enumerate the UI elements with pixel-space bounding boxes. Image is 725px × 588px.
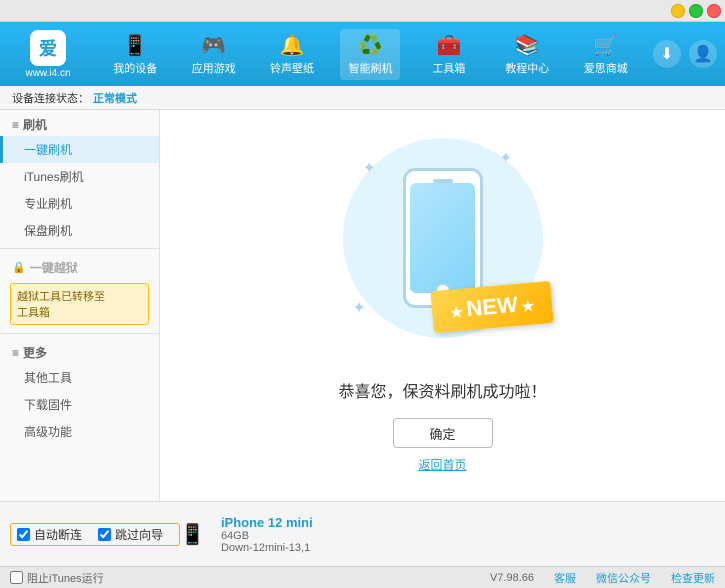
more-section-label: 更多: [23, 344, 47, 361]
sidebar-itunes-flash[interactable]: iTunes刷机: [0, 163, 159, 190]
tutorial-icon: 📚: [515, 33, 540, 58]
device-phone-icon: 📱: [180, 522, 205, 547]
sparkle-tr: ✦: [499, 148, 512, 168]
sparkle-tl: ✦: [363, 158, 376, 178]
nav-items: 📱 我的设备 🎮 应用游戏 🔔 铃声壁纸 ♻️ 智能刷机 🧰 工具箱 📚 教程中…: [96, 29, 645, 80]
close-button[interactable]: [707, 4, 721, 18]
nav-tutorial[interactable]: 📚 教程中心: [497, 29, 557, 80]
nav-store[interactable]: 🛒 爱思商城: [576, 29, 636, 80]
nav-ringtones[interactable]: 🔔 铃声壁纸: [262, 29, 322, 80]
block-itunes-checkbox[interactable]: [10, 571, 23, 584]
my-device-label: 我的设备: [113, 60, 157, 76]
title-bar: [0, 0, 725, 22]
skip-wizard-checkbox-item: 跳过向导: [98, 526, 163, 543]
status-bar: 设备连接状态： 正常模式: [0, 86, 725, 110]
success-message: 恭喜您，保资料刷机成功啦！: [338, 378, 546, 402]
bottom-bar: 自动断连 跳过向导 📱 iPhone 12 mini 64GB Down-12m…: [0, 501, 725, 566]
go-home-link[interactable]: 返回首页: [418, 456, 466, 473]
main-layout: ≡ 刷机 一键刷机 iTunes刷机 专业刷机 保盘刷机 🔒 一键越狱 越狱工具…: [0, 110, 725, 501]
device-info: iPhone 12 mini 64GB Down-12mini-13,1: [221, 515, 313, 554]
lock-icon: 🔒: [12, 261, 26, 274]
auto-next-checkbox[interactable]: [17, 528, 30, 541]
toolbox-icon: 🧰: [436, 33, 461, 58]
header: 爱 www.i4.cn 📱 我的设备 🎮 应用游戏 🔔 铃声壁纸 ♻️ 智能刷机…: [0, 22, 725, 86]
my-device-icon: 📱: [123, 33, 148, 58]
ringtones-icon: 🔔: [280, 33, 305, 58]
footer-right: V7.98.66 客服 微信公众号 检查更新: [490, 570, 715, 586]
smart-flash-label: 智能刷机: [348, 60, 392, 76]
more-section-header: ≡ 更多: [0, 338, 159, 364]
download-button[interactable]: ⬇: [653, 40, 681, 68]
footer: 阻止iTunes运行 V7.98.66 客服 微信公众号 检查更新: [0, 566, 725, 588]
phone-speaker: [433, 179, 453, 183]
skip-wizard-checkbox[interactable]: [98, 528, 111, 541]
logo[interactable]: 爱 www.i4.cn: [8, 30, 88, 79]
smart-flash-icon: ♻️: [358, 33, 383, 58]
nav-my-device[interactable]: 📱 我的设备: [105, 29, 165, 80]
jailbreak-info: 越狱工具已转移至工具箱: [10, 283, 149, 325]
device-model: Down-12mini-13,1: [221, 542, 313, 554]
apps-games-label: 应用游戏: [192, 60, 236, 76]
sidebar-pro-flash[interactable]: 专业刷机: [0, 190, 159, 217]
skip-wizard-label: 跳过向导: [115, 526, 163, 543]
store-label: 爱思商城: [584, 60, 628, 76]
auto-next-checkbox-item: 自动断连: [17, 526, 82, 543]
flash-section-header: ≡ 刷机: [0, 110, 159, 136]
sidebar-other-tools[interactable]: 其他工具: [0, 364, 159, 391]
footer-left: 阻止iTunes运行: [10, 570, 104, 586]
phone-illustration: ✦ ✦ ✦ NEW: [343, 138, 543, 358]
sparkle-bl: ✦: [353, 298, 366, 318]
new-badge: NEW: [431, 281, 554, 333]
store-icon: 🛒: [593, 33, 618, 58]
auto-next-label: 自动断连: [34, 526, 82, 543]
status-prefix: 设备连接状态：: [12, 90, 89, 106]
customer-service-link[interactable]: 客服: [554, 570, 576, 586]
header-right: ⬇ 👤: [653, 40, 717, 68]
tutorial-label: 教程中心: [505, 60, 549, 76]
apps-games-icon: 🎮: [201, 33, 226, 58]
more-section-icon: ≡: [12, 346, 19, 360]
maximize-button[interactable]: [689, 4, 703, 18]
logo-icon: 爱: [30, 30, 66, 66]
nav-smart-flash[interactable]: ♻️ 智能刷机: [340, 29, 400, 80]
content: ✦ ✦ ✦ NEW 恭喜您，保资料刷机成功啦！ 确定 返回首页: [160, 110, 725, 501]
wechat-public-link[interactable]: 微信公众号: [596, 570, 651, 586]
logo-url: www.i4.cn: [25, 68, 70, 79]
check-update-link[interactable]: 检查更新: [671, 570, 715, 586]
ringtones-label: 铃声壁纸: [270, 60, 314, 76]
block-itunes-label: 阻止iTunes运行: [27, 570, 104, 586]
nav-toolbox[interactable]: 🧰 工具箱: [419, 29, 479, 80]
toolbox-label: 工具箱: [432, 60, 465, 76]
flash-section-icon: ≡: [12, 118, 19, 132]
confirm-button[interactable]: 确定: [393, 418, 493, 448]
sidebar-divider-2: [0, 333, 159, 334]
sidebar-save-flash[interactable]: 保盘刷机: [0, 217, 159, 244]
device-name: iPhone 12 mini: [221, 515, 313, 530]
device-storage: 64GB: [221, 530, 313, 542]
sidebar-divider-1: [0, 248, 159, 249]
sidebar-advanced[interactable]: 高级功能: [0, 418, 159, 445]
nav-apps-games[interactable]: 🎮 应用游戏: [184, 29, 244, 80]
checkbox-group: 自动断连 跳过向导: [10, 523, 180, 546]
minimize-button[interactable]: [671, 4, 685, 18]
version-label: V7.98.66: [490, 572, 534, 584]
jailbreak-label: 一键越狱: [30, 259, 78, 276]
flash-section-label: 刷机: [23, 116, 47, 133]
sidebar-one-click-flash[interactable]: 一键刷机: [0, 136, 159, 163]
sidebar-download-firmware[interactable]: 下载固件: [0, 391, 159, 418]
user-button[interactable]: 👤: [689, 40, 717, 68]
status-value: 正常模式: [93, 90, 137, 106]
phone-screen: [410, 183, 475, 293]
sidebar: ≡ 刷机 一键刷机 iTunes刷机 专业刷机 保盘刷机 🔒 一键越狱 越狱工具…: [0, 110, 160, 501]
jailbreak-section-header: 🔒 一键越狱: [0, 253, 159, 279]
